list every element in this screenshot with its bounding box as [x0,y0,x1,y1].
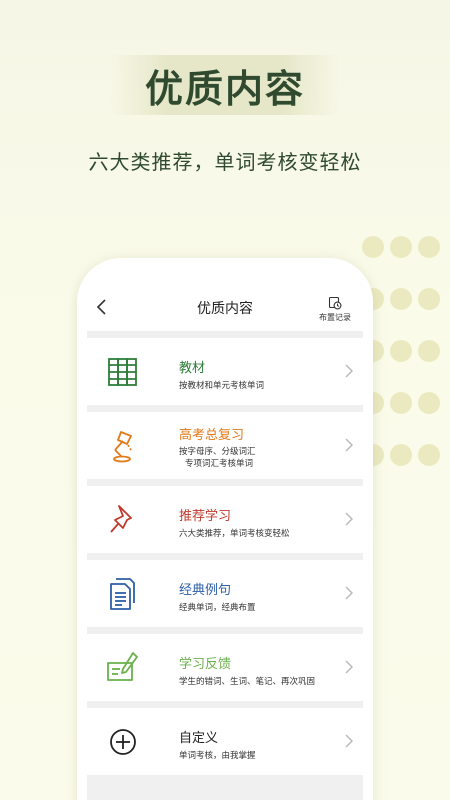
chevron-right-icon [345,660,354,674]
assign-record-button[interactable]: 布置记录 [315,296,355,323]
item-title: 学习反馈 [179,657,232,672]
list-item-recommended[interactable]: 推荐学习 六大类推荐，单词考核变轻松 [87,486,363,553]
clock-document-icon [328,296,342,310]
item-desc: 按教材和单元考核单词 [179,381,265,391]
chevron-right-icon [345,734,354,748]
chevron-right-icon [345,512,354,526]
item-title: 教材 [179,361,206,376]
item-title: 自定义 [179,731,219,746]
desk-lamp-icon [113,431,132,463]
item-title: 经典例句 [179,583,232,598]
documents-icon [110,578,135,610]
book-shelf-icon [108,358,137,386]
item-desc: 学生的错词、生词、笔记、再次巩固 [179,677,316,687]
item-desc: 单词考核，由我掌握 [179,751,256,761]
item-title: 高考总复习 [179,428,245,443]
chevron-right-icon [345,364,354,378]
item-desc-line1: 按字母序、分级词汇 [179,447,256,457]
assign-record-label: 布置记录 [319,313,351,322]
chevron-right-icon [345,586,354,600]
list-item-example-sentences[interactable]: 经典例句 经典单词，经典布置 [87,560,363,627]
item-desc: 按字母序、分级词汇 专项词汇考核单词 [179,446,256,470]
nav-bar: 优质内容 布置记录 [87,268,363,331]
decorative-dots [362,236,450,496]
list-item-textbook[interactable]: 教材 按教材和单元考核单词 [87,338,363,405]
item-desc: 经典单词，经典布置 [179,603,256,613]
item-desc: 六大类推荐，单词考核变轻松 [179,529,290,539]
pushpin-icon [110,505,132,533]
list-item-learning-feedback[interactable]: 学习反馈 学生的错词、生词、笔记、再次巩固 [87,634,363,701]
item-desc-line2: 专项词汇考核单词 [185,459,254,469]
list-item-custom[interactable]: 自定义 单词考核，由我掌握 [87,708,363,775]
hero-subtitle: 六大类推荐，单词考核变轻松 [88,150,362,174]
feedback-pencil-icon [107,652,138,681]
plus-circle-icon [110,729,136,755]
phone-frame: 优质内容 布置记录 教材 按教材和单元考核单词 高考总复习 按字母序、分级词汇 … [77,258,373,800]
item-title: 推荐学习 [179,509,232,524]
hero-title: 优质内容 [144,66,305,111]
phone-screen: 优质内容 布置记录 教材 按教材和单元考核单词 高考总复习 按字母序、分级词汇 … [87,268,363,800]
content-list: 教材 按教材和单元考核单词 高考总复习 按字母序、分级词汇 专项词汇考核单词 推… [87,331,363,775]
list-item-gaokao-review[interactable]: 高考总复习 按字母序、分级词汇 专项词汇考核单词 [87,412,363,479]
chevron-right-icon [345,438,354,452]
